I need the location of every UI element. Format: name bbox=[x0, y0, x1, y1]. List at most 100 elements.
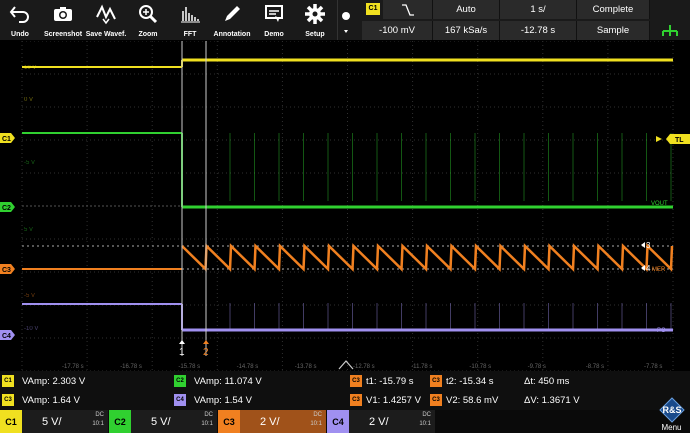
screenshot-label: Screenshot bbox=[43, 31, 83, 38]
channel-bar: C1 5 V/ DC 10:1 C2 5 V/ DC 10:1 C3 2 V/ DC… bbox=[0, 410, 690, 433]
measurement-c4-vamp[interactable]: C4 VAmp: 1.54 V bbox=[174, 391, 252, 409]
right-label-vout: VOUT bbox=[651, 201, 668, 207]
rohde-schwarz-logo-icon: R&S bbox=[658, 397, 685, 423]
screenshot-button[interactable]: Screenshot bbox=[43, 0, 83, 40]
channel-tag: C3 bbox=[218, 410, 240, 433]
measurement-value: t2: -15.34 s bbox=[446, 375, 494, 387]
measurement-delta-t[interactable]: Δt: 450 ms bbox=[524, 372, 569, 390]
setup-button[interactable]: Setup bbox=[300, 0, 330, 40]
measurement-channel-badge: C4 bbox=[174, 394, 186, 406]
channel-probe-ratio: 10:1 bbox=[201, 421, 213, 427]
trigger-mode[interactable]: Auto bbox=[433, 0, 500, 19]
undo-icon bbox=[9, 6, 29, 23]
measurement-t2[interactable]: C3 t2: -15.34 s bbox=[430, 372, 494, 390]
time-label: -9.78 s bbox=[528, 364, 546, 370]
fft-button[interactable]: FFT bbox=[177, 0, 203, 40]
demo-button[interactable]: Demo bbox=[260, 0, 288, 40]
pen-icon bbox=[225, 6, 240, 21]
c3-trace bbox=[181, 243, 674, 272]
menu-label: Menu bbox=[661, 423, 682, 432]
cursor-right-label: 3 bbox=[646, 241, 651, 250]
annotation-button[interactable]: Annotation bbox=[212, 0, 252, 40]
trigger-slope[interactable] bbox=[383, 0, 433, 19]
undo-button[interactable]: Undo bbox=[4, 0, 36, 40]
trigger-level-arrow bbox=[656, 136, 662, 142]
time-label: -14.78 s bbox=[237, 364, 259, 370]
measurement-value: VAmp: 11.074 V bbox=[194, 375, 262, 387]
measurement-channel-badge: C3 bbox=[2, 394, 14, 406]
volt-label: -10 V bbox=[24, 326, 38, 332]
volt-label: -5 V bbox=[24, 160, 35, 166]
channel-probe-ratio: 10:1 bbox=[419, 421, 431, 427]
measurement-value: V2: 58.6 mV bbox=[446, 394, 499, 406]
undo-label: Undo bbox=[11, 31, 29, 38]
zoom-label: Zoom bbox=[138, 31, 158, 38]
fft-label: FFT bbox=[183, 31, 197, 38]
channel-c3-settings[interactable]: C3 2 V/ DC 10:1 bbox=[218, 410, 326, 433]
time-label: -12.78 s bbox=[353, 364, 375, 370]
measurement-channel-badge: C3 bbox=[350, 394, 362, 406]
demo-icon bbox=[265, 5, 283, 22]
toolbar: Undo Screenshot Save Wavef. Zoom FFT Ann… bbox=[0, 0, 690, 40]
measurement-channel-badge: C3 bbox=[350, 375, 362, 387]
gear-icon bbox=[305, 4, 325, 24]
channel-tag: C2 bbox=[109, 410, 131, 433]
measurement-delta-v[interactable]: ΔV: 1.3671 V bbox=[524, 391, 580, 409]
measurement-value: VAmp: 1.64 V bbox=[22, 394, 80, 406]
measurement-t1[interactable]: C3 t1: -15.79 s bbox=[350, 372, 414, 390]
cursor-right-label: 4 bbox=[646, 264, 651, 273]
setup-label: Setup bbox=[305, 31, 325, 38]
channel-probe-ratio: 10:1 bbox=[92, 421, 104, 427]
measurement-channel-badge: C3 bbox=[430, 394, 442, 406]
channel-marker-label: C2 bbox=[2, 205, 11, 212]
channel-scale: 2 V/ bbox=[260, 415, 280, 428]
save-waveform-label: Save Wavef. bbox=[85, 31, 127, 38]
measurement-channel-badge: C3 bbox=[430, 375, 442, 387]
channel-scale: 5 V/ bbox=[42, 415, 62, 428]
channel-probe-ratio: 10:1 bbox=[310, 421, 322, 427]
trigger-level[interactable]: -100 mV bbox=[362, 21, 433, 40]
measurement-v2[interactable]: C3 V2: 58.6 mV bbox=[430, 391, 498, 409]
annotation-label: Annotation bbox=[213, 31, 251, 38]
measurement-v1[interactable]: C3 V1: 1.4257 V bbox=[350, 391, 421, 409]
zoom-icon bbox=[139, 5, 158, 24]
toolbar-divider bbox=[337, 0, 338, 40]
measurement-channel-badge: C1 bbox=[2, 375, 14, 387]
measurement-c3-vamp[interactable]: C3 VAmp: 1.64 V bbox=[2, 391, 80, 409]
time-label: -8.78 s bbox=[586, 364, 604, 370]
channel-marker-label: C4 bbox=[2, 333, 11, 340]
trigger-source-badge[interactable]: C1 bbox=[366, 3, 380, 15]
cursor-label: 2 bbox=[203, 347, 209, 358]
menu-button[interactable]: R&S Menu bbox=[653, 392, 690, 433]
right-label-mer: MER bbox=[652, 267, 666, 273]
timebase[interactable]: 1 s/ bbox=[500, 0, 577, 19]
measurement-value: Δt: 450 ms bbox=[524, 375, 570, 387]
channel-tag: C1 bbox=[0, 410, 22, 433]
measurement-panel: C1 VAmp: 2.303 V C2 VAmp: 11.074 V C3 t1… bbox=[0, 371, 690, 410]
volt-label: 0 V bbox=[24, 97, 33, 103]
time-label: -11.78 s bbox=[411, 364, 432, 370]
channel-marker-label: C3 bbox=[2, 267, 11, 274]
measurement-c1-vamp[interactable]: C1 VAmp: 2.303 V bbox=[2, 372, 85, 390]
channel-coupling: DC bbox=[422, 412, 431, 418]
zoom-button[interactable]: Zoom bbox=[133, 0, 163, 40]
channel-c1-settings[interactable]: C1 5 V/ DC 10:1 bbox=[0, 410, 108, 433]
sample-rate[interactable]: 167 kSa/s bbox=[433, 21, 500, 40]
channel-c4-settings[interactable]: C4 2 V/ DC 10:1 bbox=[327, 410, 435, 433]
channel-c2-settings[interactable]: C2 5 V/ DC 10:1 bbox=[109, 410, 217, 433]
volt-label: 10 V bbox=[24, 65, 36, 71]
time-label: -7.78 s bbox=[644, 364, 662, 370]
acquisition-mode[interactable]: Sample bbox=[577, 21, 650, 40]
acquisition-state[interactable]: Complete bbox=[577, 0, 650, 19]
settings-dot-icon[interactable] bbox=[340, 6, 352, 34]
channel-coupling: DC bbox=[313, 412, 322, 418]
cursor-arrow bbox=[179, 340, 185, 344]
waveform-canvas[interactable]: C1 C2 C3 C4 10 V 0 V -5 V 5 V -5 V -10 V -17.78 s -… bbox=[0, 41, 690, 371]
save-waveform-icon bbox=[96, 4, 116, 25]
save-waveform-button[interactable]: Save Wavef. bbox=[86, 0, 126, 40]
measurement-c2-vamp[interactable]: C2 VAmp: 11.074 V bbox=[174, 372, 262, 390]
measurement-value: ΔV: 1.3671 V bbox=[524, 394, 580, 406]
volt-label: -5 V bbox=[24, 293, 35, 299]
trigger-position[interactable]: -12.78 s bbox=[500, 21, 577, 40]
measurement-channel-badge: C2 bbox=[174, 375, 186, 387]
